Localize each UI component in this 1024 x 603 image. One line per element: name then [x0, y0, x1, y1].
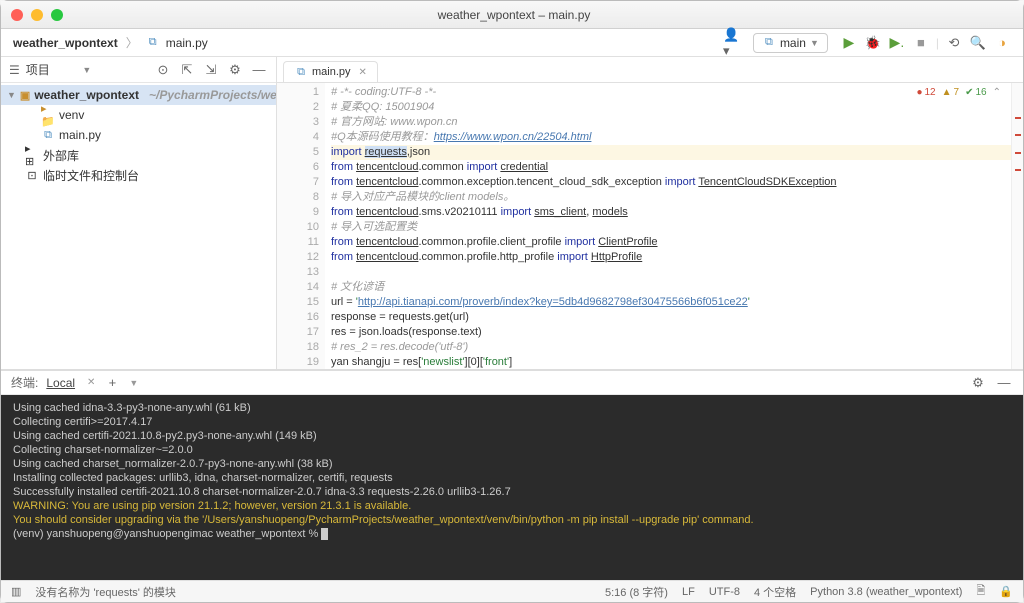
- code-line[interactable]: [331, 265, 1011, 280]
- debug-button[interactable]: 🐞: [864, 34, 882, 52]
- project-panel-title: 项目: [26, 61, 77, 78]
- project-folder-icon: ▣: [20, 88, 30, 102]
- close-window-button[interactable]: [11, 9, 23, 21]
- code-line[interactable]: from tencentcloud.sms.v20210111 import s…: [331, 205, 1011, 220]
- window-title: weather_wpontext – main.py: [63, 8, 965, 22]
- minimize-window-button[interactable]: [31, 9, 43, 21]
- file-encoding[interactable]: UTF-8: [709, 586, 740, 598]
- editor-area: ⧉ main.py ✕ 1234567891011121314151617181…: [277, 57, 1023, 369]
- code-line[interactable]: response = requests.get(url): [331, 310, 1011, 325]
- tree-item-label: 临时文件和控制台: [43, 167, 139, 184]
- close-terminal-tab-icon[interactable]: ✕: [87, 377, 95, 388]
- terminal-output[interactable]: Using cached idna-3.3-py3-none-any.whl (…: [1, 395, 1023, 580]
- tab-label: main.py: [312, 66, 351, 78]
- breadcrumb-file[interactable]: main.py: [166, 36, 208, 50]
- tree-root-label: weather_wpontext: [34, 88, 139, 102]
- py-icon: ⧉: [41, 128, 55, 142]
- user-icon[interactable]: 👤▾: [723, 34, 741, 52]
- code-editor[interactable]: 12345678910111213141516171819 # -*- codi…: [277, 83, 1023, 369]
- run-with-coverage-button[interactable]: ▶.: [888, 34, 906, 52]
- status-bar: ▥ 没有名称为 'requests' 的模块 5:16 (8 字符) LF UT…: [1, 580, 1023, 602]
- line-separator[interactable]: LF: [682, 586, 695, 598]
- terminal-tool-window: 终端: Local ✕ + ▼ ⚙ — Using cached idna-3.…: [1, 370, 1023, 580]
- code-line[interactable]: # 夏柔QQ: 15001904: [331, 100, 1011, 115]
- code-line[interactable]: # 导入可选配置类: [331, 220, 1011, 235]
- breadcrumb-project[interactable]: weather_wpontext: [13, 36, 118, 50]
- folder-icon: ▸ 📁: [41, 108, 55, 122]
- scratch-icon: ⊡: [25, 168, 39, 182]
- project-tool-window-icon: ☰: [9, 63, 20, 77]
- code-line[interactable]: from tencentcloud.common.exception.tence…: [331, 175, 1011, 190]
- tool-window-quick-access-icon[interactable]: ▥: [11, 585, 21, 598]
- project-sidebar: ☰ 项目 ▼ ⊙ ⇱ ⇲ ⚙ — ▼ ▣ weather_wpontext ~/…: [1, 57, 277, 369]
- titlebar: weather_wpontext – main.py: [1, 1, 1023, 29]
- code-line[interactable]: #Q本源码使用教程：https://www.wpon.cn/22504.html: [331, 130, 1011, 145]
- code-line[interactable]: from tencentcloud.common.profile.http_pr…: [331, 250, 1011, 265]
- tree-item-label: 外部库: [43, 147, 79, 164]
- code-line[interactable]: # res_2 = res.decode('utf-8'): [331, 340, 1011, 355]
- code-line[interactable]: url = 'http://api.tianapi.com/proverb/in…: [331, 295, 1011, 310]
- tree-root-path: ~/PycharmProjects/weather_w: [149, 88, 276, 102]
- tree-item[interactable]: ▸ ⊞ 外部库: [1, 145, 276, 165]
- python-file-icon: ⧉: [146, 36, 160, 50]
- new-terminal-tab-icon[interactable]: +: [103, 374, 121, 392]
- code-line[interactable]: res = json.loads(response.text): [331, 325, 1011, 340]
- terminal-tab-local[interactable]: Local: [46, 376, 75, 390]
- run-button[interactable]: ▶: [840, 34, 858, 52]
- chevron-right-icon: 〉: [126, 34, 138, 51]
- terminal-settings-icon[interactable]: ⚙: [969, 374, 987, 392]
- terminal-cursor: [321, 528, 328, 540]
- editor-tabs: ⧉ main.py ✕: [277, 57, 1023, 83]
- project-tree[interactable]: ▼ ▣ weather_wpontext ~/PycharmProjects/w…: [1, 83, 276, 369]
- tree-item-label: venv: [59, 108, 84, 122]
- hide-terminal-icon[interactable]: —: [995, 374, 1013, 392]
- python-interpreter[interactable]: Python 3.8 (weather_wpontext): [810, 586, 962, 598]
- expand-all-icon[interactable]: ⇱: [178, 61, 196, 79]
- indent-setting[interactable]: 4 个空格: [754, 584, 796, 600]
- lock-icon[interactable]: 🔒: [999, 585, 1013, 598]
- code-line[interactable]: from tencentcloud.common.profile.client_…: [331, 235, 1011, 250]
- python-file-icon: ⧉: [294, 65, 308, 79]
- select-opened-file-icon[interactable]: ⊙: [154, 61, 172, 79]
- typo-icon: ✔: [965, 87, 973, 98]
- collapse-all-icon[interactable]: ⇲: [202, 61, 220, 79]
- code-line[interactable]: from tencentcloud.common import credenti…: [331, 160, 1011, 175]
- run-config-selector[interactable]: ⧉ main ▼: [753, 33, 828, 53]
- tree-item[interactable]: ⊡ 临时文件和控制台: [1, 165, 276, 185]
- git-update-button[interactable]: ⟲: [945, 34, 963, 52]
- code-line[interactable]: # 文化谚语: [331, 280, 1011, 295]
- cursor-position[interactable]: 5:16 (8 字符): [605, 584, 668, 600]
- warning-icon: ▲: [942, 87, 952, 98]
- run-config-label: main: [780, 36, 806, 50]
- terminal-title: 终端:: [11, 374, 38, 391]
- tree-item[interactable]: ▸ 📁 venv: [1, 105, 276, 125]
- ide-settings-button[interactable]: ◑: [993, 34, 1011, 52]
- inspection-summary[interactable]: ●12 ▲7 ✔16 ⌃: [916, 87, 1001, 98]
- lib-icon: ▸ ⊞: [25, 148, 39, 162]
- line-number-gutter: 12345678910111213141516171819: [295, 83, 325, 369]
- expand-toggle-icon[interactable]: ▼: [7, 90, 16, 100]
- navigation-toolbar: weather_wpontext 〉 ⧉ main.py 👤▾ ⧉ main ▼…: [1, 29, 1023, 57]
- maximize-window-button[interactable]: [51, 9, 63, 21]
- error-stripe[interactable]: [1011, 83, 1023, 369]
- status-message: 没有名称为 'requests' 的模块: [35, 584, 176, 600]
- search-everywhere-button[interactable]: 🔍: [969, 34, 987, 52]
- code-line[interactable]: # -*- coding:UTF-8 -*-: [331, 85, 1011, 100]
- hide-panel-icon[interactable]: —: [250, 61, 268, 79]
- code-line[interactable]: # 导入对应产品模块的client models。: [331, 190, 1011, 205]
- code-line[interactable]: yan shangju = res['newslist'][0]['front'…: [331, 355, 1011, 369]
- close-tab-icon[interactable]: ✕: [359, 67, 367, 78]
- code-line[interactable]: import requests,json: [331, 145, 1011, 160]
- memory-indicator-icon[interactable]: 🗎: [976, 582, 985, 601]
- stop-button[interactable]: ■: [912, 34, 930, 52]
- tree-item-label: main.py: [59, 128, 101, 142]
- tree-item[interactable]: ⧉ main.py: [1, 125, 276, 145]
- settings-gear-icon[interactable]: ⚙: [226, 61, 244, 79]
- tab-main-py[interactable]: ⧉ main.py ✕: [283, 61, 378, 82]
- python-icon: ⧉: [762, 36, 776, 50]
- code-line[interactable]: # 官方网站: www.wpon.cn: [331, 115, 1011, 130]
- error-icon: ●: [916, 87, 922, 98]
